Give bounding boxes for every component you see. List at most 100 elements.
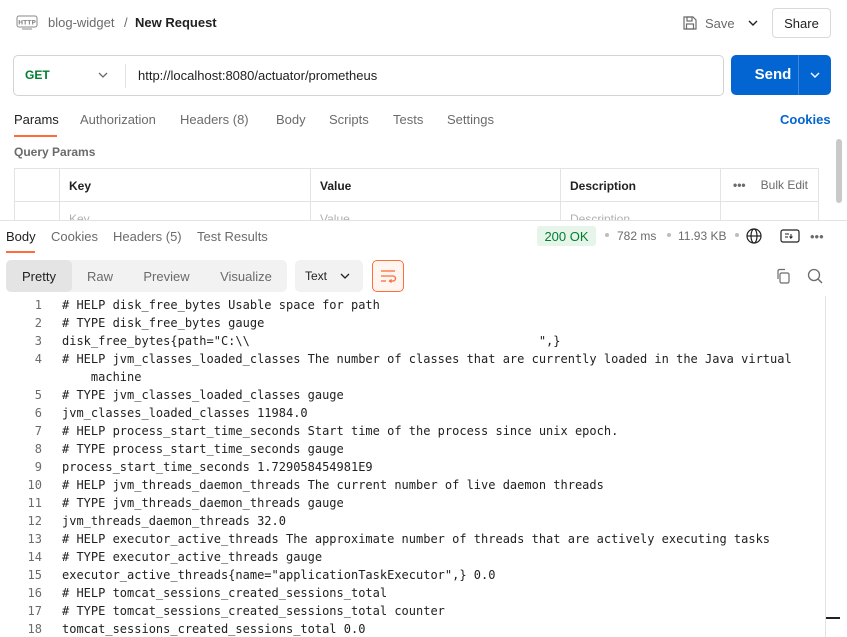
- line-number: 7: [34, 424, 42, 438]
- svg-text:HTTP: HTTP: [18, 20, 36, 27]
- code-line: 9 process_start_time_seconds 1.7290584549…: [0, 458, 826, 476]
- breadcrumb-collection[interactable]: blog-widget: [48, 15, 115, 30]
- response-time[interactable]: 782 ms: [617, 229, 656, 243]
- view-raw-button[interactable]: Raw: [72, 260, 128, 292]
- code-line: 1 # HELP disk_free_bytes Usable space for…: [0, 296, 826, 314]
- line-number: 5: [34, 388, 42, 402]
- request-tabs: Params Authorization Headers (8) Body Sc…: [0, 106, 847, 137]
- meta-separator-dot: [605, 233, 609, 237]
- save-icon: [683, 16, 697, 30]
- line-number: 8: [34, 442, 42, 456]
- line-text: # TYPE disk_free_bytes gauge: [62, 316, 265, 330]
- tab-authorization[interactable]: Authorization: [80, 112, 156, 127]
- line-text: # HELP jvm_classes_loaded_classes The nu…: [62, 352, 792, 366]
- more-dots-icon: •••: [733, 178, 746, 192]
- line-text: # HELP process_start_time_seconds Start …: [62, 424, 619, 438]
- key-input[interactable]: Key: [59, 202, 311, 220]
- line-number: 14: [27, 550, 42, 564]
- line-text: # HELP tomcat_sessions_created_sessions_…: [62, 586, 388, 600]
- code-line: machine: [0, 368, 826, 386]
- row-checkbox-cell[interactable]: [15, 202, 60, 220]
- query-params-label: Query Params: [14, 145, 96, 159]
- share-button[interactable]: Share: [772, 8, 831, 38]
- status-badge[interactable]: 200 OK: [537, 226, 596, 246]
- save-response-icon[interactable]: [780, 229, 800, 243]
- description-input[interactable]: Description: [560, 202, 721, 220]
- send-options-chevron-down-icon[interactable]: [808, 68, 822, 82]
- code-line: 15 executor_active_threads{name="applicat…: [0, 566, 826, 584]
- search-icon[interactable]: [806, 267, 824, 285]
- line-text: jvm_classes_loaded_classes 11984.0: [62, 406, 308, 420]
- line-number: 2: [34, 316, 42, 330]
- line-text: # HELP disk_free_bytes Usable space for …: [62, 298, 380, 312]
- line-number: 3: [34, 334, 42, 348]
- line-number: 6: [34, 406, 42, 420]
- breadcrumb-separator: /: [124, 15, 128, 30]
- code-line: 11 # TYPE jvm_threads_daemon_threads gaug…: [0, 494, 826, 512]
- tab-response-cookies[interactable]: Cookies: [51, 229, 98, 244]
- response-size[interactable]: 11.93 KB: [678, 229, 726, 243]
- line-text: disk_free_bytes{path="C:\\ ",}: [62, 334, 568, 348]
- line-number: 15: [27, 568, 42, 582]
- method-select[interactable]: GET: [25, 68, 50, 82]
- tab-response-body[interactable]: Body: [6, 229, 36, 244]
- globe-icon[interactable]: [745, 227, 763, 245]
- line-number: 11: [27, 496, 42, 510]
- format-select[interactable]: Text: [295, 260, 363, 292]
- save-options-chevron-down-icon[interactable]: [744, 14, 762, 32]
- wrap-text-icon: [381, 270, 397, 284]
- view-visualize-button[interactable]: Visualize: [205, 260, 287, 292]
- tab-settings[interactable]: Settings: [447, 112, 494, 127]
- save-button[interactable]: Save: [682, 12, 735, 34]
- key-column-header: Key: [59, 169, 311, 202]
- line-number: 9: [34, 460, 42, 474]
- line-text: # HELP jvm_threads_daemon_threads The cu…: [62, 478, 604, 492]
- line-text: # TYPE executor_active_threads gauge: [62, 550, 323, 564]
- tab-params[interactable]: Params: [14, 112, 59, 127]
- line-number: 4: [34, 352, 42, 366]
- code-line: 5 # TYPE jvm_classes_loaded_classes gauge: [0, 386, 826, 404]
- row-actions-cell: [720, 202, 818, 220]
- line-text: # TYPE tomcat_sessions_created_sessions_…: [62, 604, 445, 618]
- view-pretty-button[interactable]: Pretty: [6, 260, 72, 292]
- description-column-header: Description: [560, 169, 721, 202]
- response-scrollbar-track[interactable]: [825, 296, 826, 637]
- url-divider: [125, 64, 126, 88]
- request-pane-scrollbar[interactable]: [836, 139, 842, 203]
- send-label: Send: [754, 66, 792, 83]
- send-button[interactable]: Send: [731, 55, 831, 95]
- bulk-edit-button[interactable]: Bulk Edit: [761, 178, 808, 192]
- value-column-header: Value: [310, 169, 561, 202]
- cookies-link[interactable]: Cookies: [780, 112, 831, 127]
- wrap-lines-button[interactable]: [372, 260, 404, 292]
- tab-test-results[interactable]: Test Results: [197, 229, 268, 244]
- bulk-edit-cell: ••• Bulk Edit: [720, 169, 818, 202]
- line-text: # HELP executor_active_threads The appro…: [62, 532, 771, 546]
- tab-headers[interactable]: Headers (8): [180, 112, 249, 127]
- tab-body[interactable]: Body: [276, 112, 306, 127]
- response-body-code[interactable]: 1 # HELP disk_free_bytes Usable space for…: [0, 296, 826, 637]
- request-title[interactable]: New Request: [135, 15, 217, 30]
- line-text: jvm_threads_daemon_threads 32.0: [62, 514, 286, 528]
- code-line: 8 # TYPE process_start_time_seconds gauge: [0, 440, 826, 458]
- line-text: process_start_time_seconds 1.72905845498…: [62, 460, 373, 474]
- response-scrollbar-thumb[interactable]: [826, 617, 840, 619]
- more-options-icon[interactable]: •••: [810, 229, 824, 244]
- line-text: # TYPE jvm_classes_loaded_classes gauge: [62, 388, 344, 402]
- table-header-row: Key Value Description ••• Bulk Edit: [15, 169, 818, 202]
- tab-response-headers[interactable]: Headers (5): [113, 229, 182, 244]
- tab-scripts[interactable]: Scripts: [329, 112, 369, 127]
- value-input[interactable]: Value: [310, 202, 561, 220]
- line-number: 16: [27, 586, 42, 600]
- line-number: 13: [27, 532, 42, 546]
- url-input[interactable]: http://localhost:8080/actuator/prometheu…: [138, 68, 377, 83]
- table-row: Key Value Description: [15, 202, 818, 220]
- tab-tests[interactable]: Tests: [393, 112, 423, 127]
- line-text: # TYPE process_start_time_seconds gauge: [62, 442, 344, 456]
- line-number: 1: [34, 298, 42, 312]
- copy-icon[interactable]: [774, 267, 792, 285]
- line-text: # TYPE jvm_threads_daemon_threads gauge: [62, 496, 344, 510]
- http-request-icon: HTTP: [16, 15, 38, 30]
- view-preview-button[interactable]: Preview: [128, 260, 205, 292]
- method-chevron-down-icon[interactable]: [96, 68, 110, 82]
